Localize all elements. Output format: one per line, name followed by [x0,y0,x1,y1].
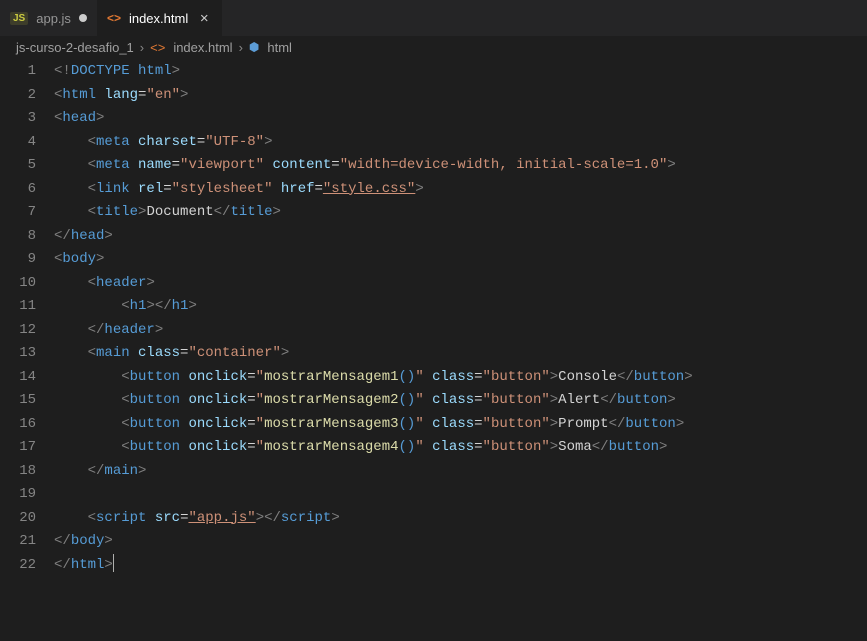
tab-app-js[interactable]: JS app.js [0,0,97,36]
modified-dot-icon [79,14,87,22]
line-number-gutter: 1 2 3 4 5 6 7 8 9 10 11 12 13 14 15 16 1… [0,60,54,577]
close-icon[interactable]: × [196,10,212,27]
code-editor[interactable]: 1 2 3 4 5 6 7 8 9 10 11 12 13 14 15 16 1… [0,58,867,577]
breadcrumb-project[interactable]: js-curso-2-desafio_1 [16,40,134,55]
chevron-right-icon: › [140,40,144,55]
js-file-icon: JS [10,12,28,25]
tab-label: index.html [129,11,188,26]
symbol-icon: ⬢ [249,40,259,54]
text-cursor [113,554,114,572]
chevron-right-icon: › [239,40,243,55]
breadcrumb-symbol[interactable]: html [267,40,292,55]
html-file-icon: <> [107,11,121,25]
tab-label: app.js [36,11,71,26]
code-content[interactable]: <!DOCTYPE html> <html lang="en"> <head> … [54,60,867,577]
tab-bar: JS app.js <> index.html × [0,0,867,36]
breadcrumb-file[interactable]: index.html [173,40,232,55]
breadcrumb[interactable]: js-curso-2-desafio_1 › <> index.html › ⬢… [0,36,867,58]
tab-index-html[interactable]: <> index.html × [97,0,222,36]
html-file-icon: <> [150,40,165,55]
